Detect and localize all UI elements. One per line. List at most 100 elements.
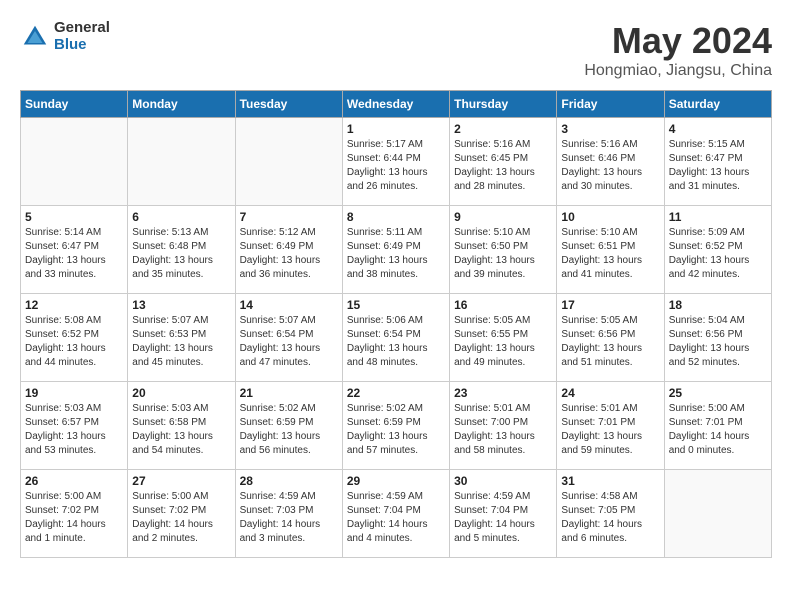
day-detail: Sunrise: 5:00 AM Sunset: 7:02 PM Dayligh… [25, 490, 123, 546]
title-area: May 2024 Hongmiao, Jiangsu, China [584, 20, 772, 80]
subtitle: Hongmiao, Jiangsu, China [584, 62, 772, 80]
day-detail: Sunrise: 5:12 AM Sunset: 6:49 PM Dayligh… [240, 226, 338, 282]
day-detail: Sunrise: 5:16 AM Sunset: 6:45 PM Dayligh… [454, 138, 552, 194]
day-number: 14 [240, 298, 338, 312]
calendar-header-row: SundayMondayTuesdayWednesdayThursdayFrid… [21, 91, 772, 118]
day-detail: Sunrise: 5:09 AM Sunset: 6:52 PM Dayligh… [669, 226, 767, 282]
day-number: 5 [25, 210, 123, 224]
day-detail: Sunrise: 5:00 AM Sunset: 7:02 PM Dayligh… [132, 490, 230, 546]
day-detail: Sunrise: 5:03 AM Sunset: 6:58 PM Dayligh… [132, 402, 230, 458]
day-detail: Sunrise: 4:59 AM Sunset: 7:03 PM Dayligh… [240, 490, 338, 546]
calendar-week-row: 19 Sunrise: 5:03 AM Sunset: 6:57 PM Dayli… [21, 382, 772, 470]
day-detail: Sunrise: 5:14 AM Sunset: 6:47 PM Dayligh… [25, 226, 123, 282]
day-detail: Sunrise: 5:02 AM Sunset: 6:59 PM Dayligh… [347, 402, 445, 458]
day-number: 22 [347, 386, 445, 400]
day-number: 21 [240, 386, 338, 400]
calendar-cell: 25 Sunrise: 5:00 AM Sunset: 7:01 PM Dayli… [664, 382, 771, 470]
calendar-cell: 2 Sunrise: 5:16 AM Sunset: 6:45 PM Daylig… [450, 118, 557, 206]
calendar-cell: 24Sunrise: 5:01 AM Sunset: 7:01 PM Dayli… [557, 382, 664, 470]
day-number: 29 [347, 474, 445, 488]
calendar-cell [128, 118, 235, 206]
calendar-cell: 16 Sunrise: 5:05 AM Sunset: 6:55 PM Dayli… [450, 294, 557, 382]
calendar-cell: 20 Sunrise: 5:03 AM Sunset: 6:58 PM Dayli… [128, 382, 235, 470]
day-number: 3 [561, 122, 659, 136]
day-detail: Sunrise: 5:08 AM Sunset: 6:52 PM Dayligh… [25, 314, 123, 370]
day-detail: Sunrise: 5:05 AM Sunset: 6:55 PM Dayligh… [454, 314, 552, 370]
day-number: 19 [25, 386, 123, 400]
calendar-cell: 12Sunrise: 5:08 AM Sunset: 6:52 PM Dayli… [21, 294, 128, 382]
day-detail: Sunrise: 5:03 AM Sunset: 6:57 PM Dayligh… [25, 402, 123, 458]
calendar-week-row: 12Sunrise: 5:08 AM Sunset: 6:52 PM Dayli… [21, 294, 772, 382]
calendar-cell: 13 Sunrise: 5:07 AM Sunset: 6:53 PM Dayli… [128, 294, 235, 382]
calendar-cell: 7Sunrise: 5:12 AM Sunset: 6:49 PM Daylig… [235, 206, 342, 294]
day-detail: Sunrise: 5:06 AM Sunset: 6:54 PM Dayligh… [347, 314, 445, 370]
header-wednesday: Wednesday [342, 91, 449, 118]
day-number: 10 [561, 210, 659, 224]
day-detail: Sunrise: 5:02 AM Sunset: 6:59 PM Dayligh… [240, 402, 338, 458]
day-detail: Sunrise: 5:10 AM Sunset: 6:50 PM Dayligh… [454, 226, 552, 282]
day-number: 26 [25, 474, 123, 488]
logo-text: General Blue [54, 20, 110, 53]
day-number: 4 [669, 122, 767, 136]
calendar-week-row: 26 Sunrise: 5:00 AM Sunset: 7:02 PM Dayli… [21, 470, 772, 558]
calendar-cell: 27 Sunrise: 5:00 AM Sunset: 7:02 PM Dayli… [128, 470, 235, 558]
day-detail: Sunrise: 5:01 AM Sunset: 7:00 PM Dayligh… [454, 402, 552, 458]
day-number: 2 [454, 122, 552, 136]
calendar-cell [21, 118, 128, 206]
day-number: 13 [132, 298, 230, 312]
logo-general: General [54, 20, 110, 37]
logo-blue: Blue [54, 37, 110, 54]
calendar-cell: 8Sunrise: 5:11 AM Sunset: 6:49 PM Daylig… [342, 206, 449, 294]
day-number: 24 [561, 386, 659, 400]
calendar-week-row: 5 Sunrise: 5:14 AM Sunset: 6:47 PM Daylig… [21, 206, 772, 294]
header-friday: Friday [557, 91, 664, 118]
day-detail: Sunrise: 5:07 AM Sunset: 6:53 PM Dayligh… [132, 314, 230, 370]
calendar-cell: 17Sunrise: 5:05 AM Sunset: 6:56 PM Dayli… [557, 294, 664, 382]
header-tuesday: Tuesday [235, 91, 342, 118]
day-number: 27 [132, 474, 230, 488]
day-number: 16 [454, 298, 552, 312]
calendar-cell: 18 Sunrise: 5:04 AM Sunset: 6:56 PM Dayli… [664, 294, 771, 382]
calendar-cell: 14Sunrise: 5:07 AM Sunset: 6:54 PM Dayli… [235, 294, 342, 382]
day-number: 9 [454, 210, 552, 224]
day-number: 18 [669, 298, 767, 312]
day-number: 1 [347, 122, 445, 136]
day-number: 23 [454, 386, 552, 400]
day-number: 28 [240, 474, 338, 488]
day-detail: Sunrise: 5:13 AM Sunset: 6:48 PM Dayligh… [132, 226, 230, 282]
calendar-cell [235, 118, 342, 206]
day-detail: Sunrise: 5:10 AM Sunset: 6:51 PM Dayligh… [561, 226, 659, 282]
day-number: 25 [669, 386, 767, 400]
calendar-cell: 15Sunrise: 5:06 AM Sunset: 6:54 PM Dayli… [342, 294, 449, 382]
day-detail: Sunrise: 4:59 AM Sunset: 7:04 PM Dayligh… [347, 490, 445, 546]
calendar-cell [664, 470, 771, 558]
page-header: General Blue May 2024 Hongmiao, Jiangsu,… [20, 20, 772, 80]
calendar-cell: 9 Sunrise: 5:10 AM Sunset: 6:50 PM Daylig… [450, 206, 557, 294]
header-saturday: Saturday [664, 91, 771, 118]
calendar-cell: 4 Sunrise: 5:15 AM Sunset: 6:47 PM Daylig… [664, 118, 771, 206]
calendar-cell: 23 Sunrise: 5:01 AM Sunset: 7:00 PM Dayli… [450, 382, 557, 470]
header-monday: Monday [128, 91, 235, 118]
day-detail: Sunrise: 5:15 AM Sunset: 6:47 PM Dayligh… [669, 138, 767, 194]
calendar-week-row: 1Sunrise: 5:17 AM Sunset: 6:44 PM Daylig… [21, 118, 772, 206]
header-sunday: Sunday [21, 91, 128, 118]
calendar-cell: 5 Sunrise: 5:14 AM Sunset: 6:47 PM Daylig… [21, 206, 128, 294]
day-number: 11 [669, 210, 767, 224]
calendar-cell: 6Sunrise: 5:13 AM Sunset: 6:48 PM Daylig… [128, 206, 235, 294]
day-detail: Sunrise: 5:00 AM Sunset: 7:01 PM Dayligh… [669, 402, 767, 458]
main-title: May 2024 [584, 20, 772, 62]
day-detail: Sunrise: 5:11 AM Sunset: 6:49 PM Dayligh… [347, 226, 445, 282]
day-detail: Sunrise: 4:58 AM Sunset: 7:05 PM Dayligh… [561, 490, 659, 546]
calendar-cell: 1Sunrise: 5:17 AM Sunset: 6:44 PM Daylig… [342, 118, 449, 206]
day-number: 20 [132, 386, 230, 400]
day-number: 31 [561, 474, 659, 488]
calendar-cell: 11 Sunrise: 5:09 AM Sunset: 6:52 PM Dayli… [664, 206, 771, 294]
day-number: 30 [454, 474, 552, 488]
day-detail: Sunrise: 4:59 AM Sunset: 7:04 PM Dayligh… [454, 490, 552, 546]
calendar-cell: 21 Sunrise: 5:02 AM Sunset: 6:59 PM Dayli… [235, 382, 342, 470]
day-detail: Sunrise: 5:05 AM Sunset: 6:56 PM Dayligh… [561, 314, 659, 370]
calendar-cell: 31 Sunrise: 4:58 AM Sunset: 7:05 PM Dayli… [557, 470, 664, 558]
calendar-cell: 26 Sunrise: 5:00 AM Sunset: 7:02 PM Dayli… [21, 470, 128, 558]
day-detail: Sunrise: 5:04 AM Sunset: 6:56 PM Dayligh… [669, 314, 767, 370]
calendar-cell: 28 Sunrise: 4:59 AM Sunset: 7:03 PM Dayli… [235, 470, 342, 558]
